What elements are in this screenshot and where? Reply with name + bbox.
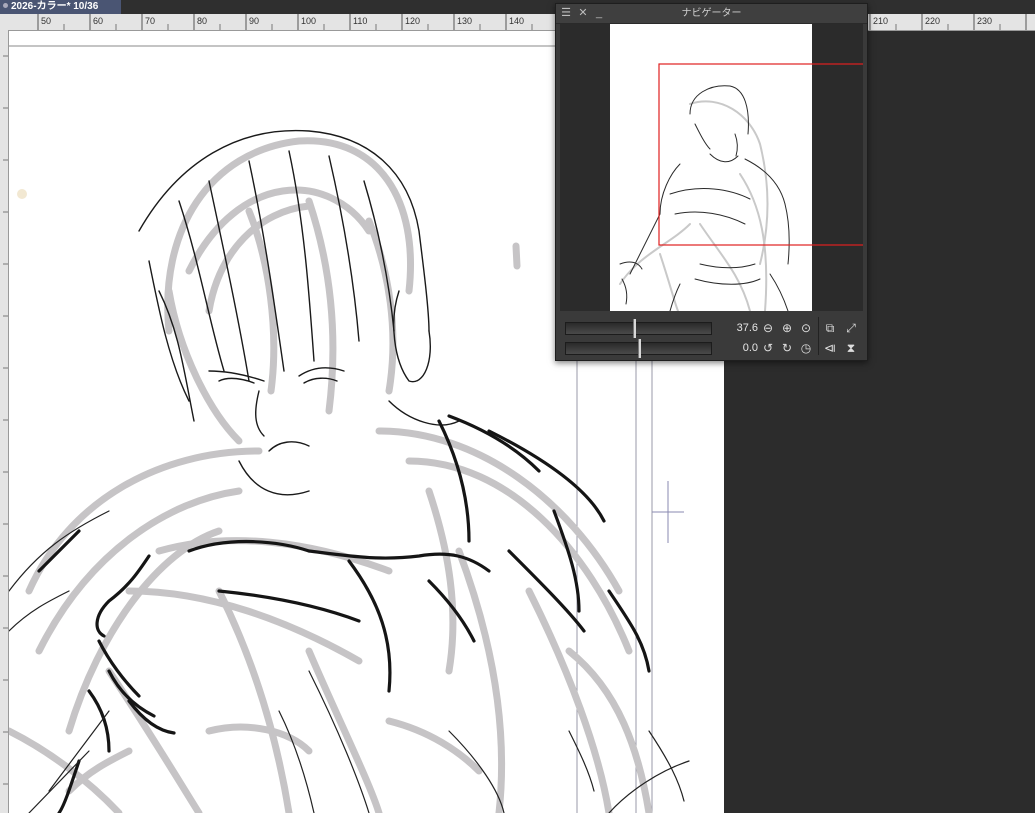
fill-window-icon[interactable]: ⤢ (844, 321, 858, 335)
ruler-label: 120 (405, 16, 420, 26)
ruler-label: 110 (353, 16, 367, 26)
ruler-label: 130 (457, 16, 472, 26)
ruler-label: 140 (509, 16, 524, 26)
vertical-ruler (0, 30, 9, 813)
ruler-ticks: 50 60 70 80 90 100 110 120 130 140 210 2… (37, 14, 1027, 30)
navigator-panel: ナビゲーター ☰ ✕ _ 37.6 0.0 ⊖ ⊕ ⊙ ⧉ ⤢ ↺ ↻ ◷ ⧏ … (555, 3, 868, 361)
navigator-controls: 37.6 0.0 ⊖ ⊕ ⊙ ⧉ ⤢ ↺ ↻ ◷ ⧏ ⧗ (556, 312, 867, 360)
preview-thumbnail (610, 24, 863, 311)
menu-icon[interactable]: ☰ (559, 6, 573, 20)
zoom-slider[interactable] (565, 319, 712, 338)
document-tab-title: 2026-カラー* 10/36 (11, 1, 99, 12)
ruler-label: 50 (41, 16, 51, 26)
document-tab[interactable]: 2026-カラー* 10/36 (0, 0, 121, 14)
horizontal-ruler: 50 60 70 80 90 100 110 120 130 140 210 2… (0, 14, 1035, 31)
rotate-reset-icon[interactable]: ◷ (799, 341, 813, 355)
ruler-label: 100 (301, 16, 316, 26)
zoom-slider-thumb[interactable] (633, 319, 636, 338)
tab-status-dot (3, 3, 8, 8)
close-icon[interactable]: ✕ (576, 6, 590, 20)
zoom-value[interactable]: 37.6 (722, 321, 758, 335)
ruler-label: 90 (249, 16, 259, 26)
zoom-out-icon[interactable]: ⊖ (761, 321, 775, 335)
minimize-icon[interactable]: _ (592, 6, 606, 20)
fit-to-window-icon[interactable]: ⧉ (823, 321, 837, 335)
ruler-label: 230 (977, 16, 992, 26)
flip-horizontal-icon[interactable]: ⧏ (823, 341, 837, 355)
ruler-label: 210 (873, 16, 888, 26)
vertical-ruler-ticks (3, 55, 8, 785)
ruler-label: 70 (145, 16, 155, 26)
rotation-slider[interactable] (565, 339, 712, 358)
zoom-reset-icon[interactable]: ⊙ (799, 321, 813, 335)
ruler-label: 60 (93, 16, 103, 26)
ruler-label: 80 (197, 16, 207, 26)
navigator-preview[interactable] (560, 24, 863, 311)
rotation-value[interactable]: 0.0 (722, 341, 758, 355)
navigator-titlebar[interactable]: ナビゲーター ☰ ✕ _ (556, 4, 867, 24)
zoom-in-icon[interactable]: ⊕ (780, 321, 794, 335)
rotate-left-icon[interactable]: ↺ (761, 341, 775, 355)
ruler-label: 220 (925, 16, 940, 26)
document-tab-bar: 2026-カラー* 10/36 (0, 0, 1035, 14)
flip-vertical-icon[interactable]: ⧗ (844, 341, 858, 355)
rotate-right-icon[interactable]: ↻ (780, 341, 794, 355)
rotation-slider-thumb[interactable] (638, 339, 641, 358)
